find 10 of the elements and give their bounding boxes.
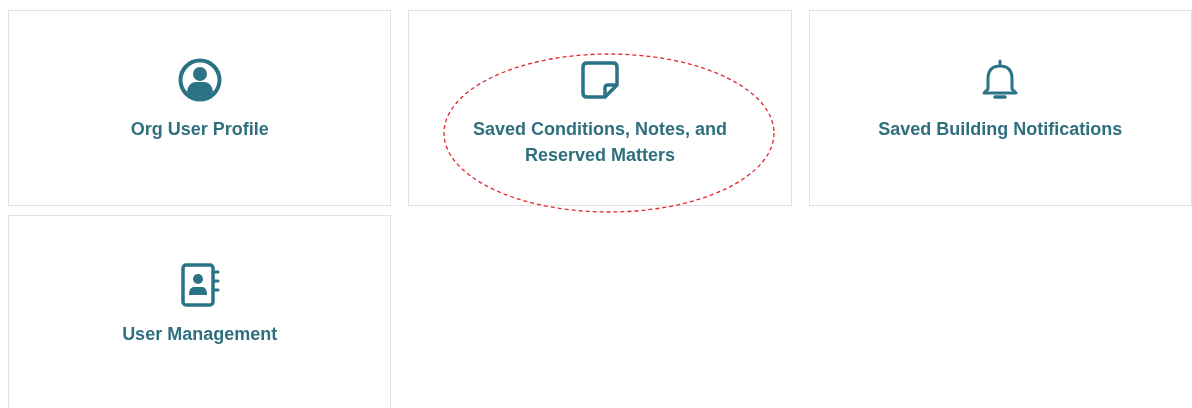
card-label: Saved Conditions, Notes, and Reserved Matters — [471, 118, 728, 167]
address-book-icon — [179, 263, 220, 307]
menu-card[interactable]: User Management — [8, 215, 392, 408]
user-circle-icon — [177, 58, 222, 102]
card-label: User Management — [121, 323, 279, 346]
card-label: Org User Profile — [129, 118, 270, 141]
card-label: Saved Building Notifications — [877, 118, 1124, 141]
menu-card[interactable]: Org User Profile — [8, 10, 392, 206]
menu-card[interactable]: Saved Building Notifications — [808, 10, 1192, 206]
sticky-note-icon — [581, 61, 619, 99]
